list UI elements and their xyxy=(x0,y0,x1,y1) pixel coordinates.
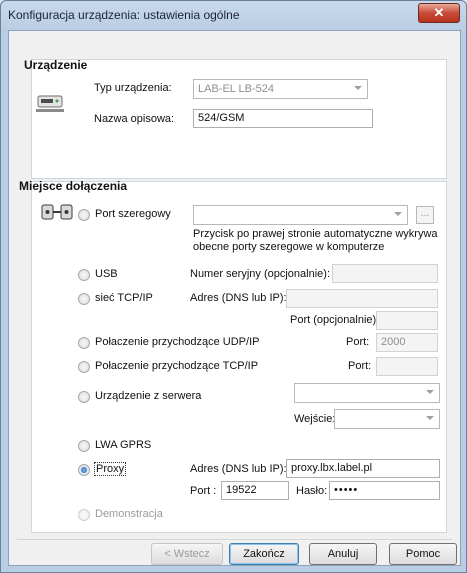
radio-usb[interactable] xyxy=(78,269,90,281)
serial-hint-line2: obecne porty szeregowe w komputerze xyxy=(193,241,385,253)
serial-hint-line1: Przycisk po prawej stronie automatyczne … xyxy=(193,228,438,240)
lwa-gprs-label: LWA GPRS xyxy=(95,439,152,451)
cancel-button[interactable]: Anuluj xyxy=(309,543,377,565)
demo-label: Demonstracja xyxy=(95,508,163,520)
udp-incoming-label: Połaczenie przychodzące UDP/IP xyxy=(95,336,260,348)
tcp-port-input[interactable] xyxy=(376,357,438,376)
radio-tcpip[interactable] xyxy=(78,293,90,305)
tcp-port-label: Port: xyxy=(348,360,372,372)
dialog-content: Urządzenie Typ urządzenia: LAB-EL LB-524… xyxy=(8,30,461,566)
attach-group: Miejsce dołączenia Port szeregowy ... Pr… xyxy=(19,179,447,533)
help-button[interactable]: Pomoc xyxy=(389,543,457,565)
chevron-down-icon xyxy=(426,416,434,420)
title-bar[interactable]: Konfiguracja urządzenia: ustawienia ogól… xyxy=(1,1,466,29)
chevron-down-icon xyxy=(354,86,362,90)
proxy-address-label: Adres (DNS lub IP): xyxy=(190,463,287,475)
device-type-value: LAB-EL LB-524 xyxy=(198,83,275,95)
radio-tcp-incoming[interactable] xyxy=(78,361,90,373)
device-type-label: Typ urządzenia: xyxy=(94,82,172,94)
window-title: Konfiguracja urządzenia: ustawienia ogól… xyxy=(8,8,240,22)
tcpip-port-input[interactable] xyxy=(376,311,438,330)
device-name-label: Nazwa opisowa: xyxy=(94,113,175,125)
attach-group-title: Miejsce dołączenia xyxy=(19,179,128,193)
radio-lwa-gprs[interactable] xyxy=(78,440,90,452)
server-device-label: Urządzenie z serwera xyxy=(95,390,202,402)
proxy-port-label: Port : xyxy=(190,485,217,497)
close-button[interactable]: ✕ xyxy=(418,3,460,23)
serial-label: Port szeregowy xyxy=(95,208,171,220)
proxy-label: Proxy xyxy=(94,462,127,476)
serial-number-label: Numer seryjny (opcjonalnie): xyxy=(190,268,330,280)
chevron-down-icon xyxy=(394,212,402,216)
chevron-down-icon xyxy=(426,390,434,394)
serial-port-select[interactable] xyxy=(193,205,408,225)
udp-port-label: Port: xyxy=(346,336,370,348)
server-device-select[interactable] xyxy=(294,383,440,403)
back-button[interactable]: < Wstecz xyxy=(151,543,223,565)
radio-demo xyxy=(78,509,90,521)
tcpip-label: sieć TCP/IP xyxy=(95,292,153,304)
proxy-port-input[interactable]: 19522 xyxy=(221,481,289,500)
tcpip-port-label: Port (opcjonalnie): xyxy=(290,314,380,326)
connection-icon xyxy=(41,204,73,220)
password-label: Hasło: xyxy=(296,485,328,497)
device-icon xyxy=(36,95,64,112)
device-name-input[interactable]: 524/GSM xyxy=(193,109,373,128)
serial-number-input[interactable] xyxy=(332,264,438,283)
dialog-window: Konfiguracja urządzenia: ustawienia ogól… xyxy=(0,0,467,573)
device-group-title: Urządzenie xyxy=(24,58,88,72)
device-type-select: LAB-EL LB-524 xyxy=(193,79,368,99)
tcp-incoming-label: Połaczenie przychodzące TCP/IP xyxy=(95,360,259,372)
footer-divider xyxy=(17,539,452,540)
password-input[interactable]: ••••• xyxy=(329,481,440,500)
proxy-address-input[interactable]: proxy.lbx.label.pl xyxy=(286,459,440,478)
radio-udp-incoming[interactable] xyxy=(78,337,90,349)
input-label: Wejście: xyxy=(294,413,336,425)
radio-serial[interactable] xyxy=(78,209,90,221)
detect-ports-button[interactable]: ... xyxy=(416,206,434,224)
tcpip-address-label: Adres (DNS lub IP): xyxy=(190,292,287,304)
radio-proxy[interactable] xyxy=(78,464,90,476)
udp-port-input[interactable]: 2000 xyxy=(376,333,438,352)
usb-label: USB xyxy=(95,268,118,280)
input-select[interactable] xyxy=(334,409,440,429)
radio-server-device[interactable] xyxy=(78,391,90,403)
finish-button[interactable]: Zakończ xyxy=(229,543,299,565)
device-group: Urządzenie Typ urządzenia: LAB-EL LB-524… xyxy=(24,58,447,179)
tcpip-address-input[interactable] xyxy=(286,289,438,308)
